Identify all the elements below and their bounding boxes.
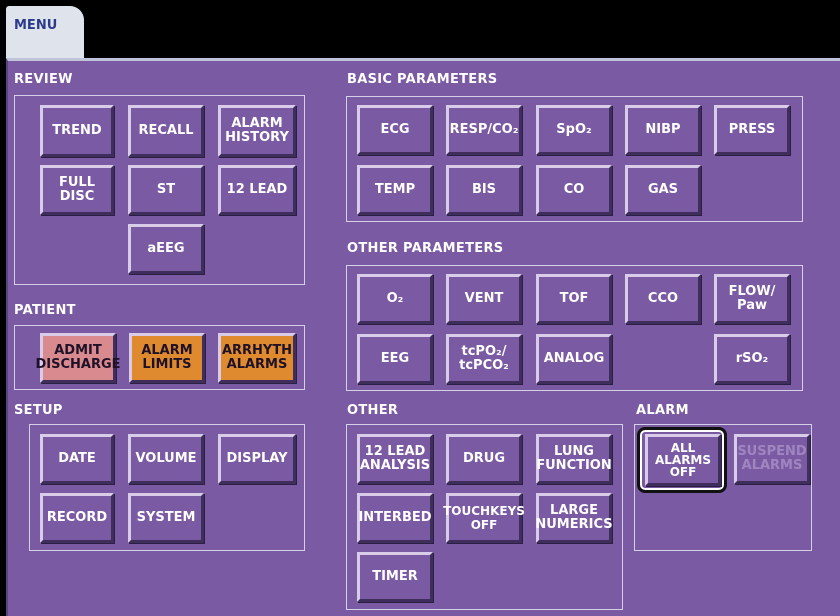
resp-co2-button[interactable]: RESP/CO₂ (446, 105, 522, 155)
interbed-button[interactable]: INTERBED (357, 493, 433, 543)
section-setup-title: SETUP (14, 403, 63, 418)
lung-function-button[interactable]: LUNG FUNCTION (536, 434, 612, 484)
eeg-button[interactable]: EEG (357, 334, 433, 384)
date-button[interactable]: DATE (40, 434, 114, 484)
bis-button[interactable]: BIS (446, 165, 522, 215)
admit-discharge-button[interactable]: ADMIT DISCHARGE (35, 333, 121, 383)
suspend-alarms-button[interactable]: SUSPEND ALARMS (734, 434, 810, 484)
all-alarms-off-button[interactable]: ALL ALARMS OFF (645, 434, 721, 486)
system-button[interactable]: SYSTEM (128, 493, 204, 543)
gas-button[interactable]: GAS (625, 165, 701, 215)
section-patient-title: PATIENT (14, 303, 76, 318)
st-button[interactable]: ST (128, 165, 204, 215)
co-button[interactable]: CO (536, 165, 612, 215)
touchkeys-off-button[interactable]: TOUCHKEYS OFF (443, 493, 525, 543)
nibp-button[interactable]: NIBP (625, 105, 701, 155)
recall-button[interactable]: RECALL (128, 105, 204, 157)
temp-button[interactable]: TEMP (357, 165, 433, 215)
analog-button[interactable]: ANALOG (536, 334, 612, 384)
section-other-title: OTHER (347, 403, 399, 418)
volume-button[interactable]: VOLUME (128, 434, 204, 484)
o2-button[interactable]: O₂ (357, 274, 433, 324)
section-other-parameters-title: OTHER PARAMETERS (347, 241, 504, 256)
flow-paw-button[interactable]: FLOW/ Paw (714, 274, 790, 324)
arrhythmia-alarms-button[interactable]: ARRHYTH ALARMS (218, 333, 296, 383)
full-disc-button[interactable]: FULL DISC (40, 165, 114, 215)
tof-button[interactable]: TOF (536, 274, 612, 324)
cco-button[interactable]: CCO (625, 274, 701, 324)
rso2-button[interactable]: rSO₂ (714, 334, 790, 384)
press-button[interactable]: PRESS (714, 105, 790, 155)
display-button[interactable]: DISPLAY (218, 434, 296, 484)
large-numerics-button[interactable]: LARGE NUMERICS (535, 493, 613, 543)
tab-menu-label: MENU (14, 18, 58, 33)
timer-button[interactable]: TIMER (357, 552, 433, 602)
drug-button[interactable]: DRUG (446, 434, 522, 484)
spo2-button[interactable]: SpO₂ (536, 105, 612, 155)
tcpo2-tcpco2-button[interactable]: tcPO₂/ tcPCO₂ (446, 334, 522, 384)
alarm-limits-button[interactable]: ALARM LIMITS (129, 333, 205, 383)
aeeg-button[interactable]: aEEG (128, 224, 204, 274)
record-button[interactable]: RECORD (40, 493, 114, 543)
section-review-title: REVIEW (14, 72, 73, 87)
twelve-lead-analysis-button[interactable]: 12 LEAD ANALYSIS (357, 434, 433, 484)
alarm-history-button[interactable]: ALARM HISTORY (218, 105, 296, 157)
section-basic-parameters-title: BASIC PARAMETERS (347, 72, 498, 87)
section-alarm-title: ALARM (636, 403, 689, 418)
tab-menu[interactable]: MENU (6, 6, 84, 58)
tab-strip: MENU (0, 0, 840, 58)
twelve-lead-button[interactable]: 12 LEAD (218, 165, 296, 215)
vent-button[interactable]: VENT (446, 274, 522, 324)
trend-button[interactable]: TREND (40, 105, 114, 157)
ecg-button[interactable]: ECG (357, 105, 433, 155)
